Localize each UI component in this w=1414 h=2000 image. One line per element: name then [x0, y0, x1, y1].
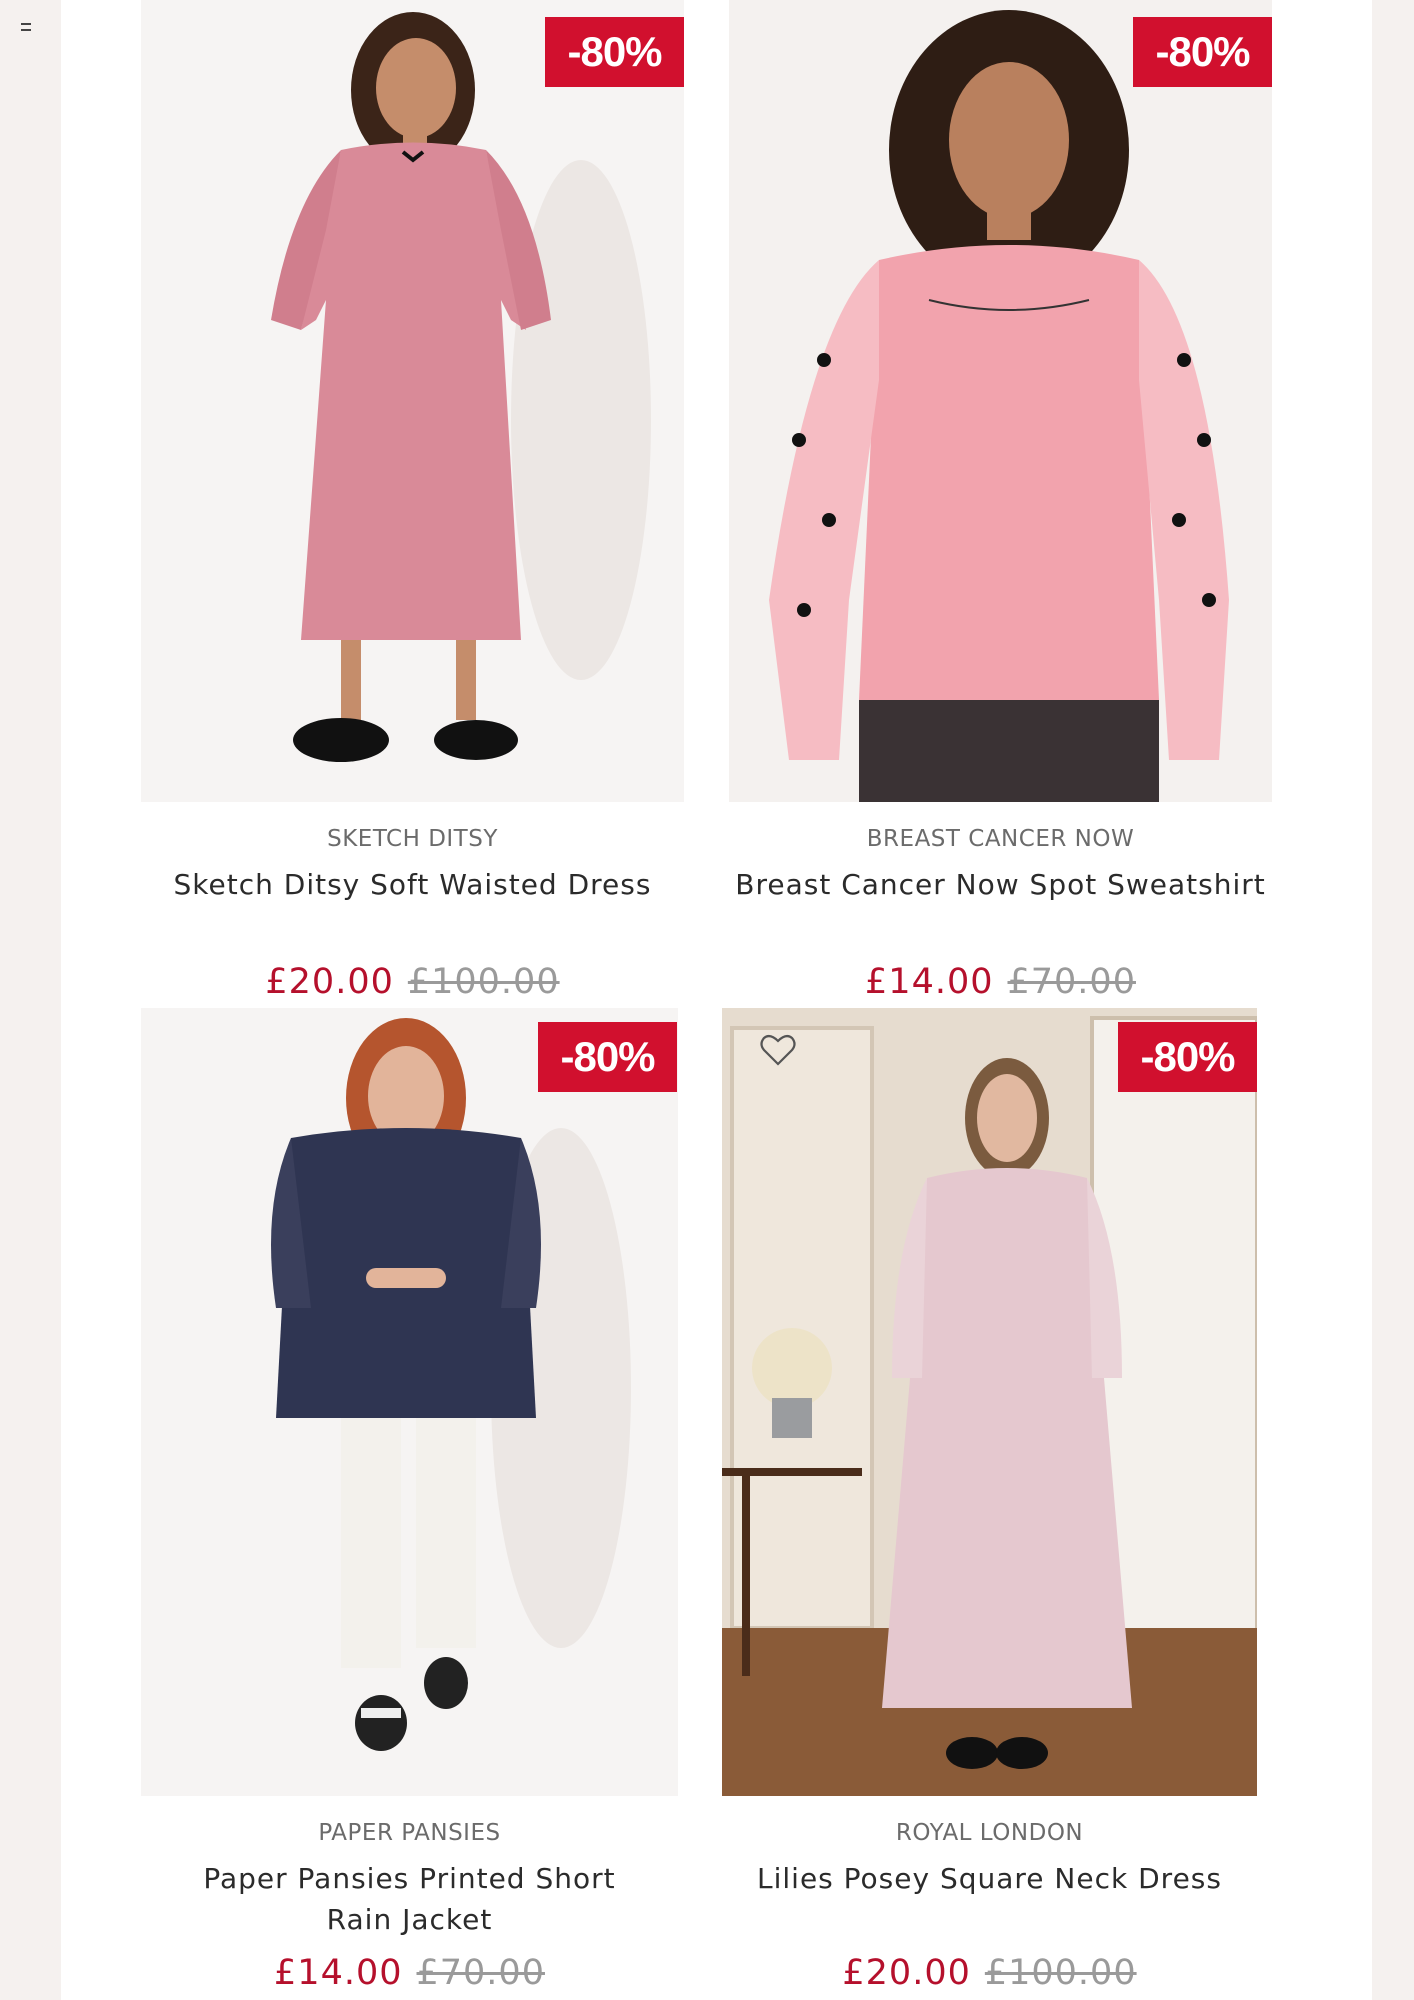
sale-price: £14.00	[274, 1953, 403, 1993]
model-sweatshirt-illustration	[769, 10, 1229, 802]
product-brand: PAPER PANSIES	[318, 1820, 501, 1846]
product-prices: £20.00 £100.00	[141, 962, 684, 1002]
heart-outline-icon[interactable]	[758, 1030, 798, 1070]
original-price: £70.00	[416, 1953, 545, 1993]
product-image[interactable]: -80%	[722, 1008, 1257, 1796]
model-jacket-illustration	[271, 1018, 631, 1751]
product-image[interactable]: -80%	[729, 0, 1272, 802]
product-prices: £20.00 £100.00	[722, 1953, 1257, 1993]
discount-badge: -80%	[545, 17, 684, 87]
original-price: £100.00	[984, 1953, 1137, 1993]
product-prices: £14.00 £70.00	[729, 962, 1272, 1002]
model-dress-room-illustration	[722, 1008, 1257, 1796]
product-title[interactable]: Paper Pansies Printed Short Rain Jacket	[170, 1858, 650, 1940]
product-title[interactable]: Breast Cancer Now Spot Sweatshirt	[729, 864, 1272, 905]
discount-badge: -80%	[1133, 17, 1272, 87]
product-title[interactable]: Sketch Ditsy Soft Waisted Dress	[141, 864, 684, 905]
product-image[interactable]: -80%	[141, 0, 684, 802]
original-price: £100.00	[407, 962, 560, 1002]
product-brand: BREAST CANCER NOW	[866, 826, 1135, 852]
model-dress-illustration	[271, 12, 651, 762]
product-title[interactable]: Lilies Posey Square Neck Dress	[722, 1858, 1257, 1899]
product-image[interactable]: -80%	[141, 1008, 678, 1796]
discount-badge: -80%	[1118, 1022, 1257, 1092]
menu-icon[interactable]	[21, 23, 31, 31]
product-card[interactable]: -80% ROYAL LONDON Lilies Posey Square Ne…	[722, 1008, 1257, 2000]
product-grid: -80% SKETCH DITSY Sketch Ditsy Soft Wais…	[61, 0, 1372, 2000]
discount-badge: -80%	[538, 1022, 677, 1092]
product-card[interactable]: -80% PAPER PANSIES Paper Pansies Printed…	[141, 1008, 678, 2000]
sale-price: £20.00	[842, 1953, 971, 1993]
sale-price: £14.00	[865, 962, 994, 1002]
original-price: £70.00	[1007, 962, 1136, 1002]
product-brand: ROYAL LONDON	[895, 1820, 1084, 1846]
product-brand: SKETCH DITSY	[327, 826, 498, 852]
product-card[interactable]: -80% SKETCH DITSY Sketch Ditsy Soft Wais…	[141, 0, 684, 1010]
sale-price: £20.00	[265, 962, 394, 1002]
product-card[interactable]: -80% BREAST CANCER NOW Breast Cancer Now…	[729, 0, 1272, 1010]
product-prices: £14.00 £70.00	[141, 1953, 678, 1993]
